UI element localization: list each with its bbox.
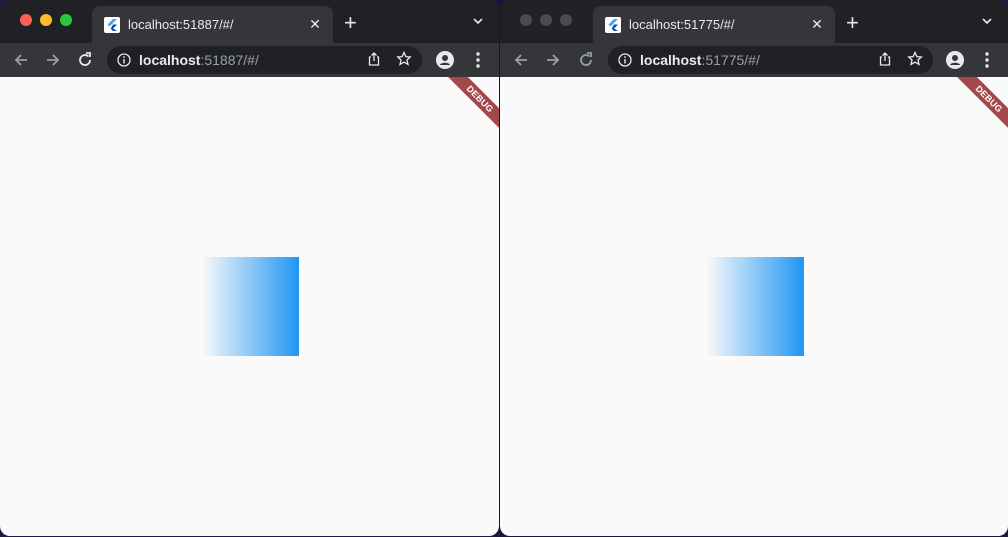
info-icon[interactable] [618, 53, 632, 67]
tab-strip: localhost:51887/#/ ✕ + [0, 0, 499, 43]
debug-banner: DEBUG [952, 77, 1008, 136]
menu-button[interactable] [468, 50, 488, 70]
reload-button[interactable] [75, 50, 95, 70]
page-content: DEBUG [0, 77, 499, 536]
close-window-button[interactable] [520, 14, 532, 26]
address-bar[interactable]: localhost:51775/#/ [608, 46, 933, 74]
person-icon [946, 51, 964, 69]
gradient-box [201, 257, 299, 356]
page-content: DEBUG [500, 77, 1008, 536]
url-text: localhost:51775/#/ [640, 52, 760, 68]
forward-button[interactable] [543, 50, 563, 70]
back-button[interactable] [11, 50, 31, 70]
debug-banner: DEBUG [443, 77, 499, 136]
info-icon[interactable] [117, 53, 131, 67]
chevron-down-icon [473, 18, 483, 25]
close-tab-icon[interactable]: ✕ [307, 16, 323, 33]
arrow-right-icon [47, 54, 60, 66]
omnibox-actions [877, 51, 923, 67]
new-tab-button[interactable]: + [846, 12, 859, 34]
tab-title: localhost:51775/#/ [629, 17, 735, 32]
url-text: localhost:51887/#/ [139, 52, 259, 68]
menu-button[interactable] [977, 50, 997, 70]
gradient-box [706, 257, 804, 356]
tab-title: localhost:51887/#/ [128, 17, 234, 32]
arrow-right-icon [547, 54, 560, 66]
reload-icon [580, 52, 592, 66]
window-controls [20, 14, 72, 26]
tab-search-button[interactable] [471, 14, 485, 33]
profile-button[interactable] [945, 50, 965, 70]
kebab-icon [985, 52, 989, 68]
tab-active[interactable]: localhost:51887/#/ ✕ [92, 6, 333, 43]
zoom-window-button[interactable] [560, 14, 572, 26]
tab-strip: localhost:51775/#/ ✕ + [500, 0, 1008, 43]
back-button[interactable] [511, 50, 531, 70]
chevron-down-icon [982, 18, 992, 25]
browser-window-left: localhost:51887/#/ ✕ + localhost:51887/#… [0, 0, 499, 536]
toolbar: localhost:51887/#/ [0, 43, 499, 77]
close-window-button[interactable] [20, 14, 32, 26]
forward-button[interactable] [43, 50, 63, 70]
person-icon [436, 51, 454, 69]
zoom-window-button[interactable] [60, 14, 72, 26]
tab-active[interactable]: localhost:51775/#/ ✕ [593, 6, 835, 43]
tab-search-button[interactable] [980, 14, 994, 33]
share-icon[interactable] [877, 51, 893, 67]
profile-button[interactable] [435, 50, 455, 70]
arrow-left-icon [514, 54, 527, 66]
arrow-left-icon [14, 54, 27, 66]
minimize-window-button[interactable] [40, 14, 52, 26]
browser-window-right: localhost:51775/#/ ✕ + localhost:51775/#… [500, 0, 1008, 536]
star-icon[interactable] [396, 51, 412, 67]
address-bar[interactable]: localhost:51887/#/ [107, 46, 422, 74]
desktop: localhost:51887/#/ ✕ + localhost:51887/#… [0, 0, 1008, 537]
reload-icon [79, 52, 91, 66]
flutter-icon [104, 16, 120, 33]
star-icon[interactable] [907, 51, 923, 67]
omnibox-actions [366, 51, 412, 67]
new-tab-button[interactable]: + [344, 12, 357, 34]
minimize-window-button[interactable] [540, 14, 552, 26]
window-controls [520, 14, 572, 26]
reload-button[interactable] [576, 50, 596, 70]
flutter-icon [605, 16, 621, 33]
close-tab-icon[interactable]: ✕ [809, 16, 825, 33]
kebab-icon [476, 52, 480, 68]
toolbar: localhost:51775/#/ [500, 43, 1008, 77]
share-icon[interactable] [366, 51, 382, 67]
